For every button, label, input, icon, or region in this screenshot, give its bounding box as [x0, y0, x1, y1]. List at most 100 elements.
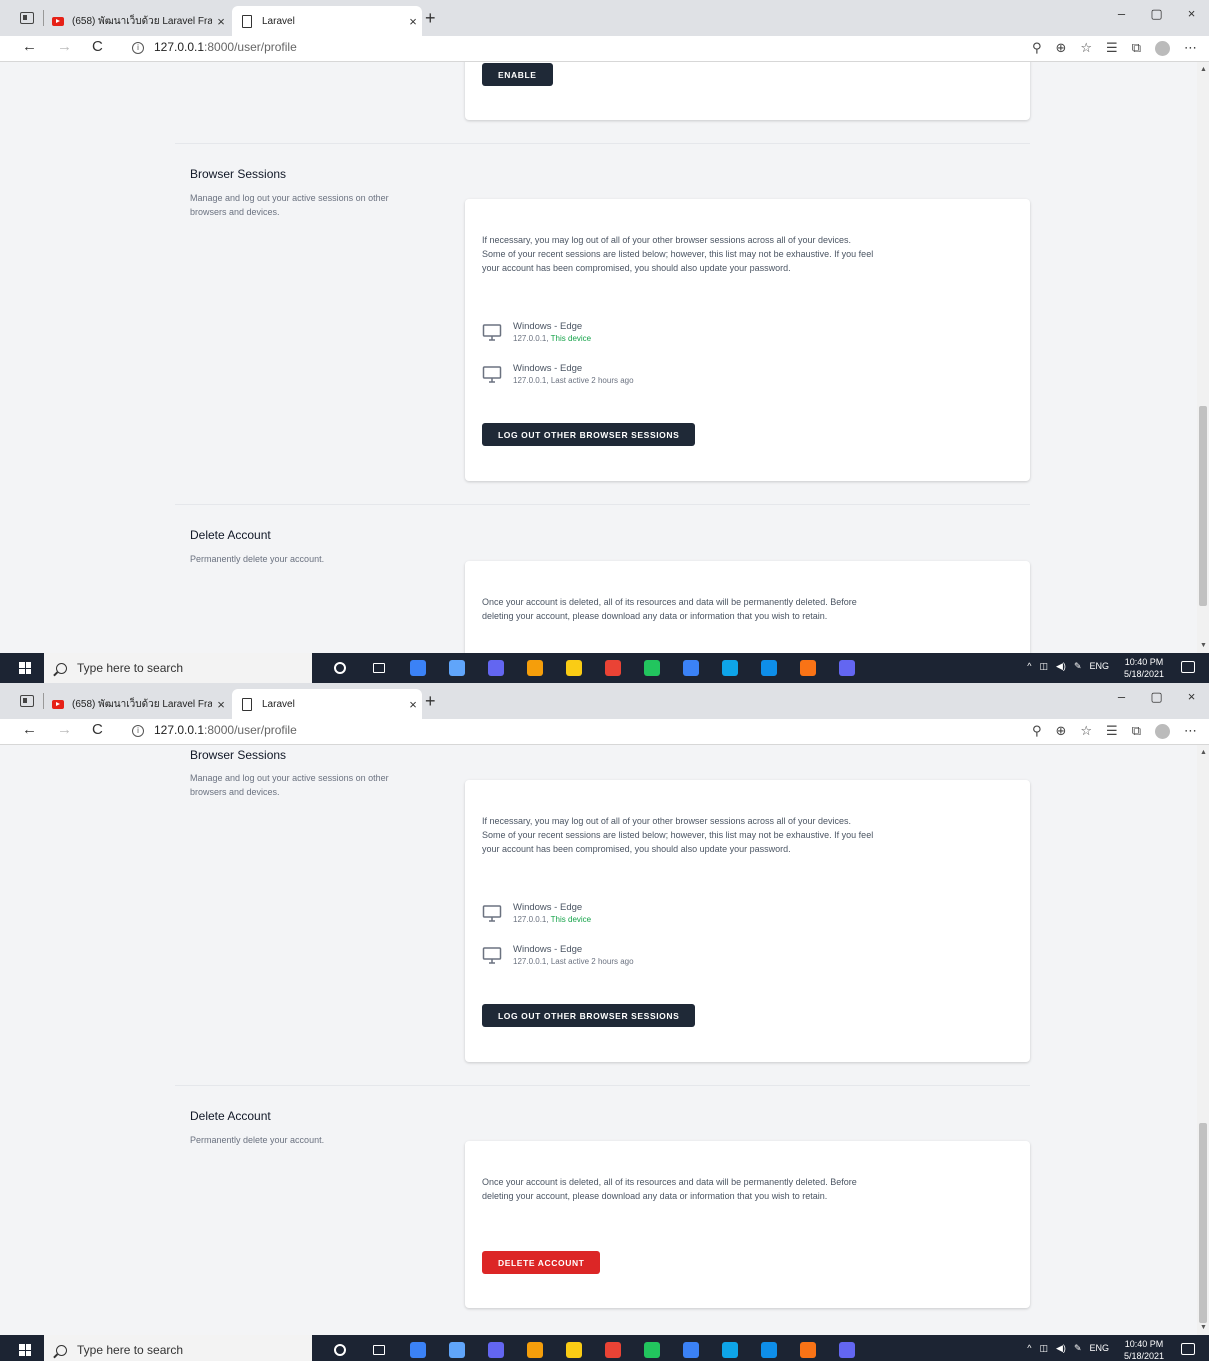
cortana-icon[interactable] — [320, 653, 359, 683]
more-icon[interactable]: ⋯ — [1184, 40, 1197, 56]
clock[interactable]: 10:40 PM 5/18/2021 — [1124, 656, 1164, 680]
clock[interactable]: 10:40 PM 5/18/2021 — [1124, 1338, 1164, 1361]
back-button[interactable]: ← — [22, 721, 37, 738]
favorites-icon[interactable]: ☰ — [1106, 723, 1118, 739]
scrollbar-thumb[interactable] — [1199, 1123, 1207, 1323]
enable-button[interactable]: ENABLE — [482, 63, 553, 86]
site-info-icon[interactable]: i — [132, 725, 144, 737]
store-icon[interactable] — [515, 653, 554, 683]
task-view-icon[interactable] — [359, 653, 398, 683]
tray-arrow-icon[interactable]: ^ — [1027, 661, 1031, 672]
language-indicator[interactable]: ENG — [1089, 1343, 1109, 1354]
minimize-button[interactable]: – — [1104, 6, 1139, 22]
new-tab-button[interactable]: + — [425, 691, 436, 712]
tab-youtube[interactable]: (658) พัฒนาเว็บด้วย Laravel Frame × — [52, 6, 230, 36]
pen-icon[interactable]: ✎ — [1074, 661, 1082, 672]
file-explorer-icon[interactable] — [554, 1335, 593, 1361]
teamviewer-icon[interactable] — [749, 653, 788, 683]
tray-arrow-icon[interactable]: ^ — [1027, 1343, 1031, 1354]
key-icon[interactable]: ⚲ — [1032, 723, 1042, 739]
line-icon[interactable] — [632, 653, 671, 683]
file-explorer-icon[interactable] — [554, 653, 593, 683]
delete-account-button[interactable]: DELETE ACCOUNT — [482, 1251, 601, 1274]
vscode-icon[interactable] — [671, 1335, 710, 1361]
forward-button[interactable]: → — [57, 721, 72, 738]
site-info-icon[interactable]: i — [132, 42, 144, 54]
chrome-icon[interactable] — [593, 1335, 632, 1361]
tab-actions-icon[interactable] — [20, 12, 34, 24]
vscode-icon[interactable] — [671, 653, 710, 683]
app-icon[interactable] — [476, 653, 515, 683]
windows-start-icon[interactable] — [19, 662, 31, 674]
key-icon[interactable]: ⚲ — [1032, 40, 1042, 56]
minimize-button[interactable]: – — [1104, 689, 1139, 705]
tab-laravel[interactable]: Laravel × — [232, 6, 422, 36]
logout-other-sessions-button[interactable]: LOG OUT OTHER BROWSER SESSIONS — [482, 1004, 696, 1027]
tab-close-button[interactable]: × — [404, 697, 422, 712]
tab-close-button[interactable]: × — [404, 14, 422, 29]
discord-icon[interactable] — [827, 653, 866, 683]
back-button[interactable]: ← — [22, 38, 37, 55]
cortana-icon[interactable] — [320, 1335, 359, 1361]
taskbar-search[interactable]: Type here to search — [44, 653, 312, 683]
favorite-add-icon[interactable]: ☆ — [1080, 723, 1092, 739]
app-icon[interactable] — [476, 1335, 515, 1361]
store-icon[interactable] — [515, 1335, 554, 1361]
profile-icon[interactable] — [1155, 41, 1170, 56]
logout-other-sessions-button[interactable]: LOG OUT OTHER BROWSER SESSIONS — [482, 423, 696, 446]
edge-icon[interactable] — [710, 653, 749, 683]
network-icon[interactable]: ◫ — [1040, 1343, 1049, 1354]
tab-close-button[interactable]: × — [212, 697, 230, 712]
network-icon[interactable]: ◫ — [1040, 661, 1049, 672]
scroll-up-icon[interactable]: ▲ — [1200, 66, 1207, 73]
pen-icon[interactable]: ✎ — [1074, 1343, 1082, 1354]
reload-button[interactable]: C — [92, 721, 103, 738]
xampp-icon[interactable] — [788, 1335, 827, 1361]
scrollbar-thumb[interactable] — [1199, 406, 1207, 606]
zoom-icon[interactable]: ⊕ — [1055, 723, 1066, 739]
mail-icon[interactable] — [398, 1335, 437, 1361]
reload-button[interactable]: C — [92, 38, 103, 55]
collections-icon[interactable]: ⧉ — [1132, 723, 1141, 739]
more-icon[interactable]: ⋯ — [1184, 723, 1197, 739]
scroll-down-icon[interactable]: ▼ — [1200, 1324, 1207, 1331]
url-field[interactable]: 127.0.0.1:8000/user/profile — [154, 723, 297, 737]
url-field[interactable]: 127.0.0.1:8000/user/profile — [154, 40, 297, 54]
collections-icon[interactable]: ⧉ — [1132, 40, 1141, 56]
profile-icon[interactable] — [1155, 724, 1170, 739]
volume-icon[interactable]: ◀) — [1056, 1343, 1066, 1354]
chrome-icon[interactable] — [593, 653, 632, 683]
notification-icon[interactable] — [1181, 661, 1195, 673]
tab-youtube[interactable]: (658) พัฒนาเว็บด้วย Laravel Frame × — [52, 689, 230, 719]
zoom-icon[interactable]: ⊕ — [1055, 40, 1066, 56]
tab-laravel[interactable]: Laravel × — [232, 689, 422, 719]
favorites-icon[interactable]: ☰ — [1106, 40, 1118, 56]
scrollbar[interactable]: ▲ ▼ — [1197, 62, 1209, 653]
restore-button[interactable]: ▢ — [1139, 6, 1174, 22]
scrollbar[interactable]: ▲ ▼ — [1197, 745, 1209, 1335]
tab-close-button[interactable]: × — [212, 14, 230, 29]
favorite-add-icon[interactable]: ☆ — [1080, 40, 1092, 56]
scroll-down-icon[interactable]: ▼ — [1200, 642, 1207, 649]
notepad-icon[interactable] — [437, 1335, 476, 1361]
teamviewer-icon[interactable] — [749, 1335, 788, 1361]
volume-icon[interactable]: ◀) — [1056, 661, 1066, 672]
tab-actions-icon[interactable] — [20, 695, 34, 707]
line-icon[interactable] — [632, 1335, 671, 1361]
restore-button[interactable]: ▢ — [1139, 689, 1174, 705]
task-view-icon[interactable] — [359, 1335, 398, 1361]
close-window-button[interactable]: × — [1174, 689, 1209, 705]
mail-icon[interactable] — [398, 653, 437, 683]
scroll-up-icon[interactable]: ▲ — [1200, 749, 1207, 756]
close-window-button[interactable]: × — [1174, 6, 1209, 22]
new-tab-button[interactable]: + — [425, 8, 436, 29]
notification-icon[interactable] — [1181, 1343, 1195, 1355]
edge-icon[interactable] — [710, 1335, 749, 1361]
notepad-icon[interactable] — [437, 653, 476, 683]
windows-start-icon[interactable] — [19, 1344, 31, 1356]
discord-icon[interactable] — [827, 1335, 866, 1361]
language-indicator[interactable]: ENG — [1089, 661, 1109, 672]
forward-button[interactable]: → — [57, 38, 72, 55]
taskbar-search[interactable]: Type here to search — [44, 1335, 312, 1361]
xampp-icon[interactable] — [788, 653, 827, 683]
